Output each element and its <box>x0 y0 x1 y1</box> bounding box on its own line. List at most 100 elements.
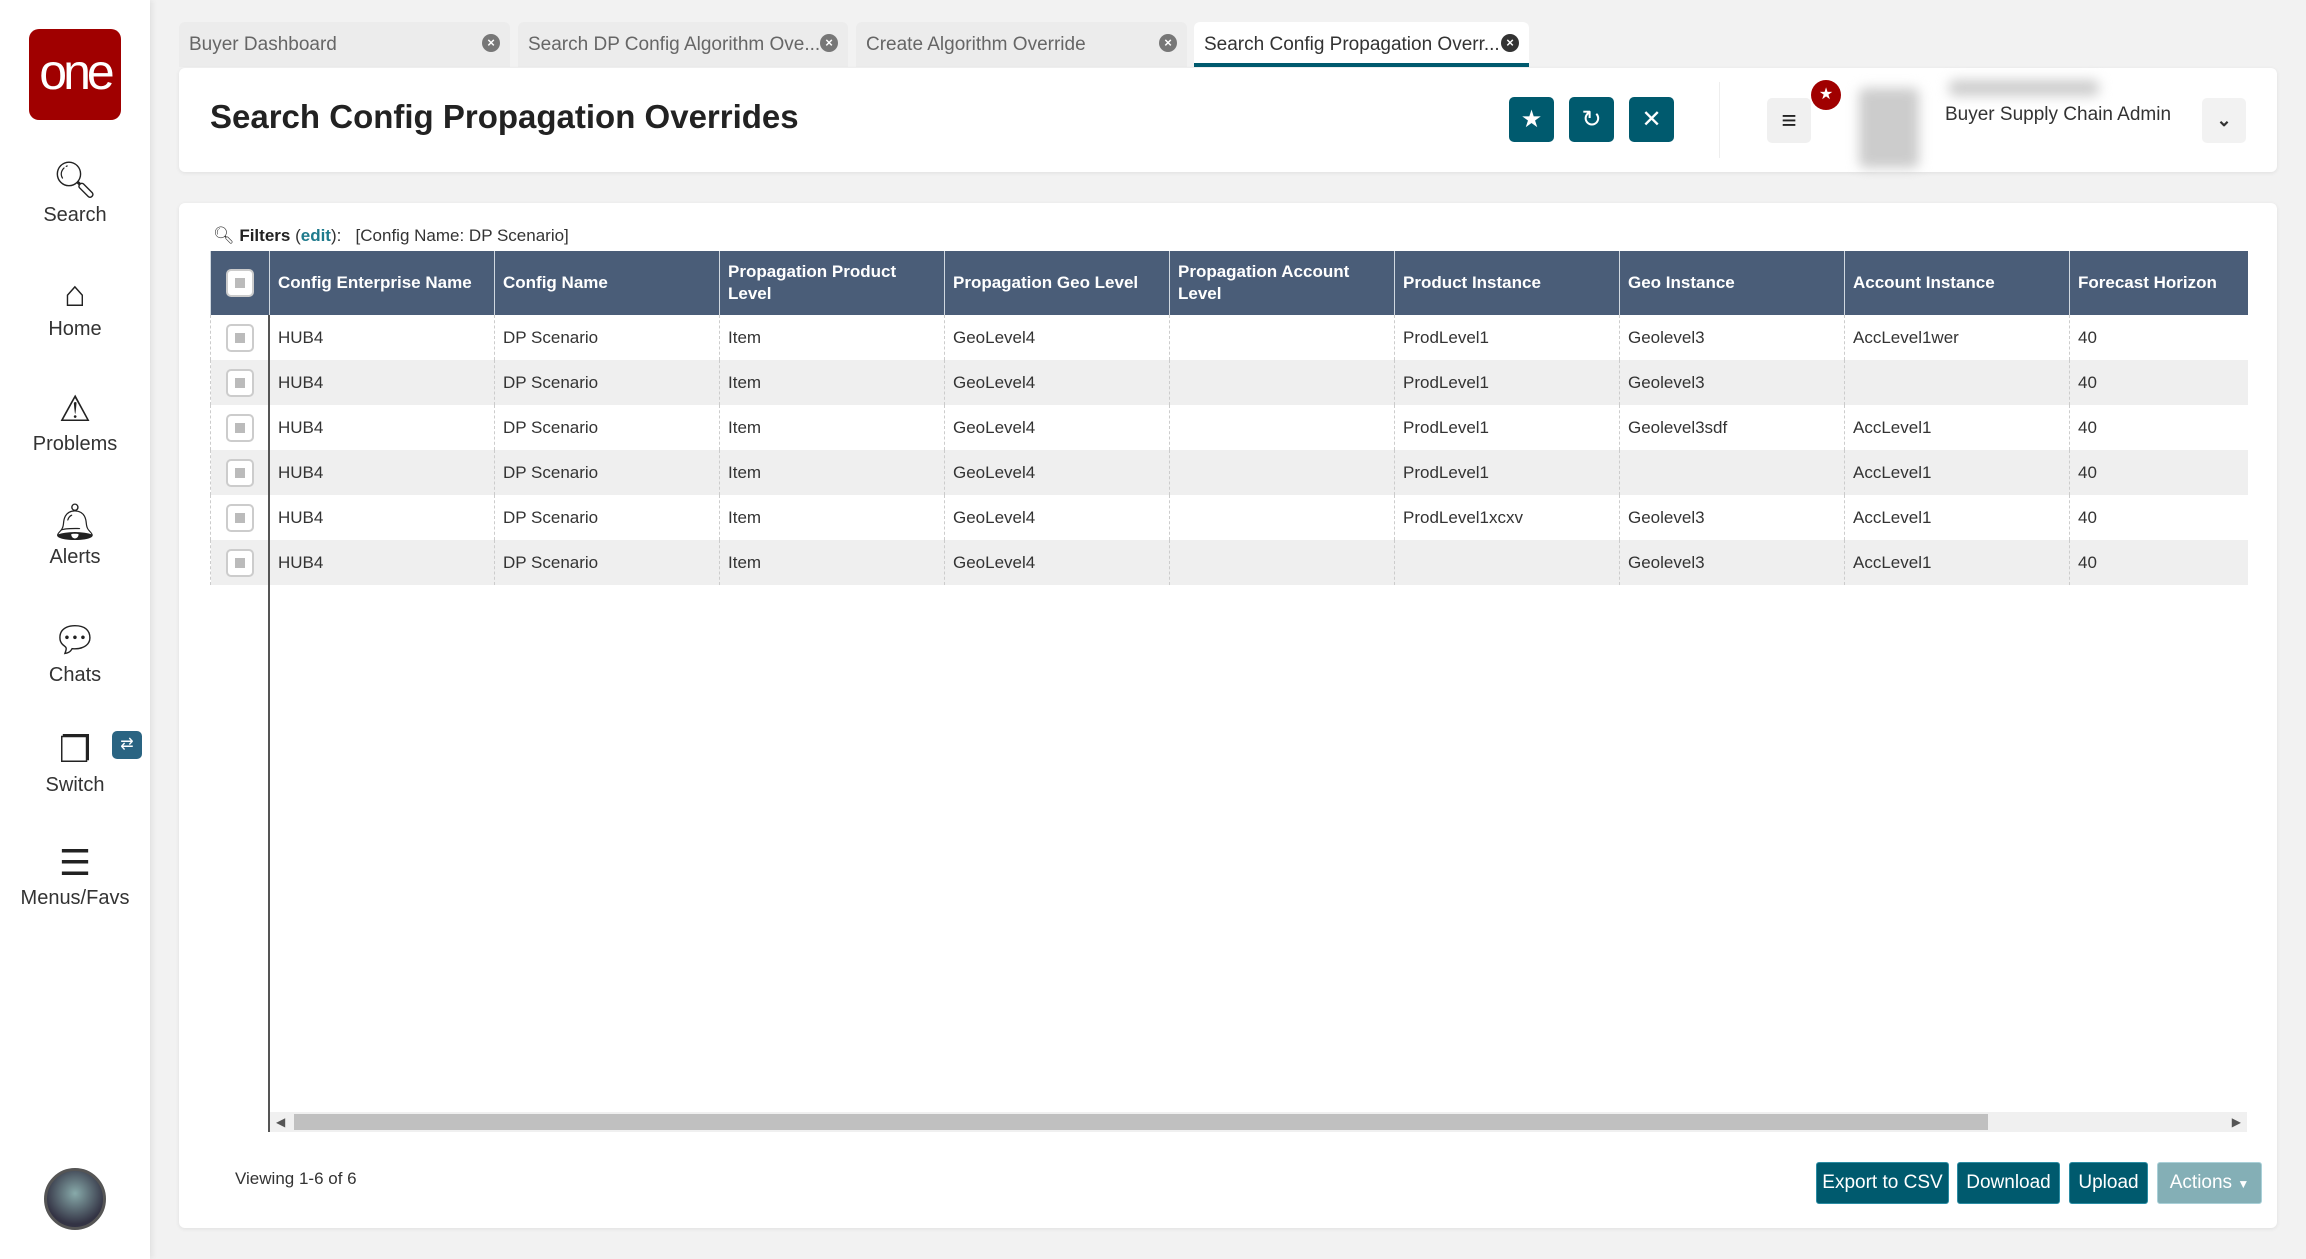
scroll-left-icon[interactable]: ◀ <box>276 1115 285 1129</box>
close-tab-icon[interactable]: × <box>1501 34 1519 52</box>
close-tab-icon[interactable]: × <box>820 34 838 52</box>
table-cell: HUB4 <box>269 450 495 495</box>
sidebar-item-problems[interactable]: ⚠︎ Problems <box>0 389 150 456</box>
user-name-blurred <box>1949 80 2099 96</box>
table-cell: Geolevel3sdf <box>1619 405 1845 450</box>
table-cell: Geolevel3 <box>1619 495 1845 540</box>
menu-icon: ☰ <box>58 842 92 883</box>
column-header[interactable]: Product Instance <box>1394 251 1620 315</box>
row-checkbox[interactable] <box>226 323 254 352</box>
row-checkbox[interactable] <box>226 548 254 577</box>
table-row[interactable]: HUB4 DP Scenario Item GeoLevel4 Geolevel3 Acc… <box>210 540 2248 585</box>
user-avatar[interactable] <box>44 1168 106 1230</box>
nav-label: Chats <box>48 664 102 686</box>
table-cell <box>1169 360 1395 405</box>
page-title: Search Config Propagation Overrides <box>210 98 799 135</box>
tab-search-dp-config[interactable]: Search DP Config Algorithm Ove... × <box>518 22 848 67</box>
filter-value: [Config Name: DP Scenario] <box>355 226 569 245</box>
app-logo[interactable]: one <box>29 29 121 120</box>
refresh-icon: ↻ <box>1581 106 1602 133</box>
tab-label: Buyer Dashboard <box>189 34 337 55</box>
row-select-cell <box>210 360 270 405</box>
table-cell: AccLevel1 <box>1844 405 2070 450</box>
row-select-cell <box>210 405 270 450</box>
user-menu-dropdown[interactable]: ⌄ <box>2202 98 2246 143</box>
table-cell: GeoLevel4 <box>944 405 1170 450</box>
table-cell <box>1169 405 1395 450</box>
column-header[interactable]: Propagation Account Level <box>1169 251 1395 315</box>
sidebar-item-search[interactable]: 🔍︎ Search <box>0 160 150 227</box>
table-cell: DP Scenario <box>494 450 720 495</box>
table-cell: GeoLevel4 <box>944 540 1170 585</box>
close-button[interactable]: ✕ <box>1629 97 1674 142</box>
table-row[interactable]: HUB4 DP Scenario Item GeoLevel4 ProdLevel1xc… <box>210 495 2248 540</box>
column-header[interactable]: Propagation Geo Level <box>944 251 1170 315</box>
table-cell <box>1844 360 2070 405</box>
download-button[interactable]: Download <box>1957 1162 2060 1204</box>
table-row[interactable]: HUB4 DP Scenario Item GeoLevel4 ProdLevel1 Ac… <box>210 450 2248 495</box>
table-cell: Item <box>719 495 945 540</box>
edit-filters-link[interactable]: edit <box>301 226 331 245</box>
horizontal-scrollbar[interactable]: ◀ ▶ <box>270 1112 2247 1132</box>
close-icon: ✕ <box>1641 106 1662 133</box>
select-all-checkbox[interactable] <box>226 269 254 297</box>
pagination-info: Viewing 1-6 of 6 <box>235 1169 357 1188</box>
column-header[interactable]: Geo Instance <box>1619 251 1845 315</box>
menu-button[interactable]: ≡ <box>1767 98 1811 143</box>
table-row[interactable]: HUB4 DP Scenario Item GeoLevel4 ProdLevel1 Ge… <box>210 405 2248 450</box>
close-tab-icon[interactable]: × <box>482 34 500 52</box>
tab-buyer-dashboard[interactable]: Buyer Dashboard × <box>179 22 510 67</box>
sidebar-item-chats[interactable]: 💬︎ Chats <box>0 620 150 687</box>
table-cell: Item <box>719 360 945 405</box>
sidebar: one 🔍︎ Search ⌂ Home ⚠︎ Problems 🔔︎ Alerts 💬… <box>0 0 150 1259</box>
table-cell: DP Scenario <box>494 360 720 405</box>
table-row[interactable]: HUB4 DP Scenario Item GeoLevel4 ProdLevel1 Ge… <box>210 315 2248 360</box>
results-table: Config Enterprise Name Config Name Propaga… <box>210 251 2248 585</box>
tab-label: Search DP Config Algorithm Ove... <box>528 34 821 55</box>
table-row[interactable]: HUB4 DP Scenario Item GeoLevel4 ProdLevel1 Ge… <box>210 360 2248 405</box>
filters-label: Filters <box>239 226 291 245</box>
table-header-row: Config Enterprise Name Config Name Propaga… <box>210 251 2248 315</box>
search-icon: 🔍︎ <box>52 159 98 200</box>
chevron-down-icon: ⌄ <box>2216 110 2232 130</box>
column-header[interactable]: Config Enterprise Name <box>269 251 495 315</box>
scroll-right-icon[interactable]: ▶ <box>2232 1115 2241 1129</box>
table-cell <box>1619 450 1845 495</box>
table-cell: DP Scenario <box>494 495 720 540</box>
refresh-button[interactable]: ↻ <box>1569 97 1614 142</box>
table-cell: Item <box>719 540 945 585</box>
row-checkbox[interactable] <box>226 413 254 442</box>
tab-create-algorithm-override[interactable]: Create Algorithm Override × <box>856 22 1187 67</box>
table-cell: HUB4 <box>269 360 495 405</box>
table-cell: DP Scenario <box>494 540 720 585</box>
actions-dropdown[interactable]: Actions ▼ <box>2157 1162 2262 1204</box>
warning-icon: ⚠︎ <box>58 388 92 429</box>
table-cell: Item <box>719 450 945 495</box>
table-cell <box>1169 450 1395 495</box>
sidebar-item-alerts[interactable]: 🔔︎ Alerts <box>0 502 150 569</box>
table-cell: DP Scenario <box>494 315 720 360</box>
scrollbar-thumb[interactable] <box>294 1114 1988 1130</box>
export-csv-button[interactable]: Export to CSV <box>1816 1162 1949 1204</box>
column-header[interactable]: Config Name <box>494 251 720 315</box>
tab-search-config-propagation[interactable]: Search Config Propagation Overr... × <box>1194 22 1529 67</box>
column-header[interactable]: Forecast Horizon <box>2069 251 2248 315</box>
nav-label: Switch <box>45 774 105 796</box>
upload-button[interactable]: Upload <box>2069 1162 2148 1204</box>
table-cell: ProdLevel1 <box>1394 450 1620 495</box>
column-header[interactable]: Account Instance <box>1844 251 2070 315</box>
table-cell: HUB4 <box>269 405 495 450</box>
column-header[interactable]: Propagation Product Level <box>719 251 945 315</box>
table-cell: HUB4 <box>269 495 495 540</box>
sidebar-item-menus[interactable]: ☰ Menus/Favs <box>0 843 150 910</box>
close-tab-icon[interactable]: × <box>1159 34 1177 52</box>
favorite-button[interactable]: ★ <box>1509 97 1554 142</box>
nav-label: Problems <box>32 433 118 455</box>
row-checkbox[interactable] <box>226 503 254 532</box>
favorites-badge-star-icon: ★ <box>1811 80 1841 110</box>
row-checkbox[interactable] <box>226 458 254 487</box>
table-cell: Geolevel3 <box>1619 540 1845 585</box>
sidebar-item-home[interactable]: ⌂ Home <box>0 274 150 341</box>
row-checkbox[interactable] <box>226 368 254 397</box>
tab-label: Create Algorithm Override <box>866 34 1086 55</box>
